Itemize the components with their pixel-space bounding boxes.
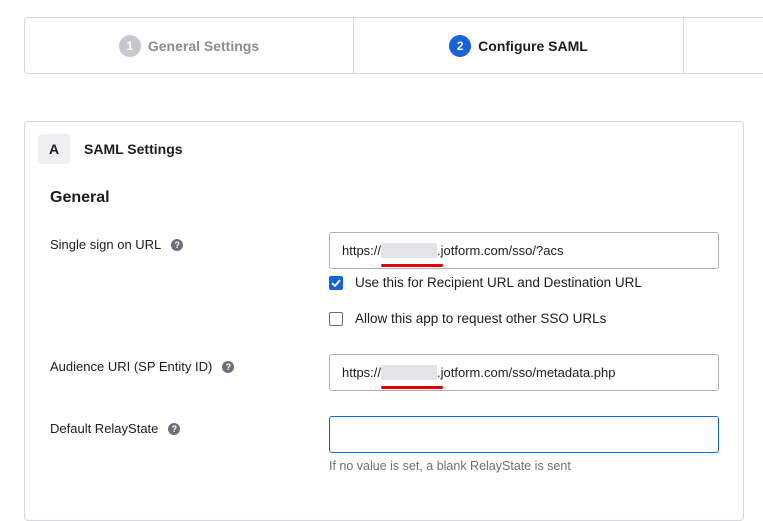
sso-url-label-row: Single sign on URL ?: [50, 237, 184, 252]
sso-url-label: Single sign on URL: [50, 237, 162, 252]
step-configure-saml[interactable]: 2 Configure SAML: [354, 18, 684, 73]
redaction-mark: [381, 243, 444, 267]
step-label: General Settings: [147, 37, 260, 54]
other-sso-checkbox-label: Allow this app to request other SSO URLs: [355, 311, 607, 326]
redaction-mark: [381, 365, 444, 389]
saml-settings-panel: A SAML Settings General Single sign on U…: [24, 121, 744, 521]
step-general-settings[interactable]: 1 General Settings: [25, 18, 354, 73]
recipient-checkbox-label: Use this for Recipient URL and Destinati…: [355, 275, 642, 290]
step-number-badge: 1: [118, 34, 141, 57]
step-number-badge: 2: [449, 34, 472, 57]
help-icon[interactable]: ?: [222, 360, 235, 373]
help-icon[interactable]: ?: [171, 238, 184, 251]
checkmark-icon: [331, 278, 341, 287]
other-sso-checkbox[interactable]: [329, 311, 343, 326]
sso-url-input[interactable]: https:// .jotform.com/sso/?acs: [329, 232, 719, 269]
relay-state-label: Default RelayState: [50, 421, 159, 436]
sso-url-suffix: .jotform.com/sso/?acs: [437, 243, 564, 258]
help-icon[interactable]: ?: [168, 422, 181, 435]
step-label: Configure SAML: [478, 37, 588, 54]
audience-uri-suffix: .jotform.com/sso/metadata.php: [437, 365, 616, 380]
other-sso-checkbox-row[interactable]: Allow this app to request other SSO URLs: [329, 311, 606, 326]
relay-state-input[interactable]: [329, 416, 719, 453]
audience-uri-label: Audience URI (SP Entity ID): [50, 359, 213, 374]
audience-uri-input[interactable]: https:// .jotform.com/sso/metadata.php: [329, 354, 719, 391]
wizard-stepper: 1 General Settings 2 Configure SAML: [24, 17, 763, 74]
section-title: SAML Settings: [84, 141, 183, 157]
audience-uri-prefix: https://: [342, 365, 382, 380]
step-next[interactable]: [684, 18, 763, 73]
section-badge: A: [38, 134, 70, 164]
general-heading: General: [50, 189, 110, 206]
relay-state-label-row: Default RelayState ?: [50, 421, 181, 436]
recipient-checkbox[interactable]: [329, 275, 343, 290]
audience-uri-label-row: Audience URI (SP Entity ID) ?: [50, 359, 235, 374]
recipient-checkbox-row[interactable]: Use this for Recipient URL and Destinati…: [329, 275, 642, 290]
sso-url-prefix: https://: [342, 243, 382, 258]
relay-state-hint: If no value is set, a blank RelayState i…: [329, 459, 571, 473]
